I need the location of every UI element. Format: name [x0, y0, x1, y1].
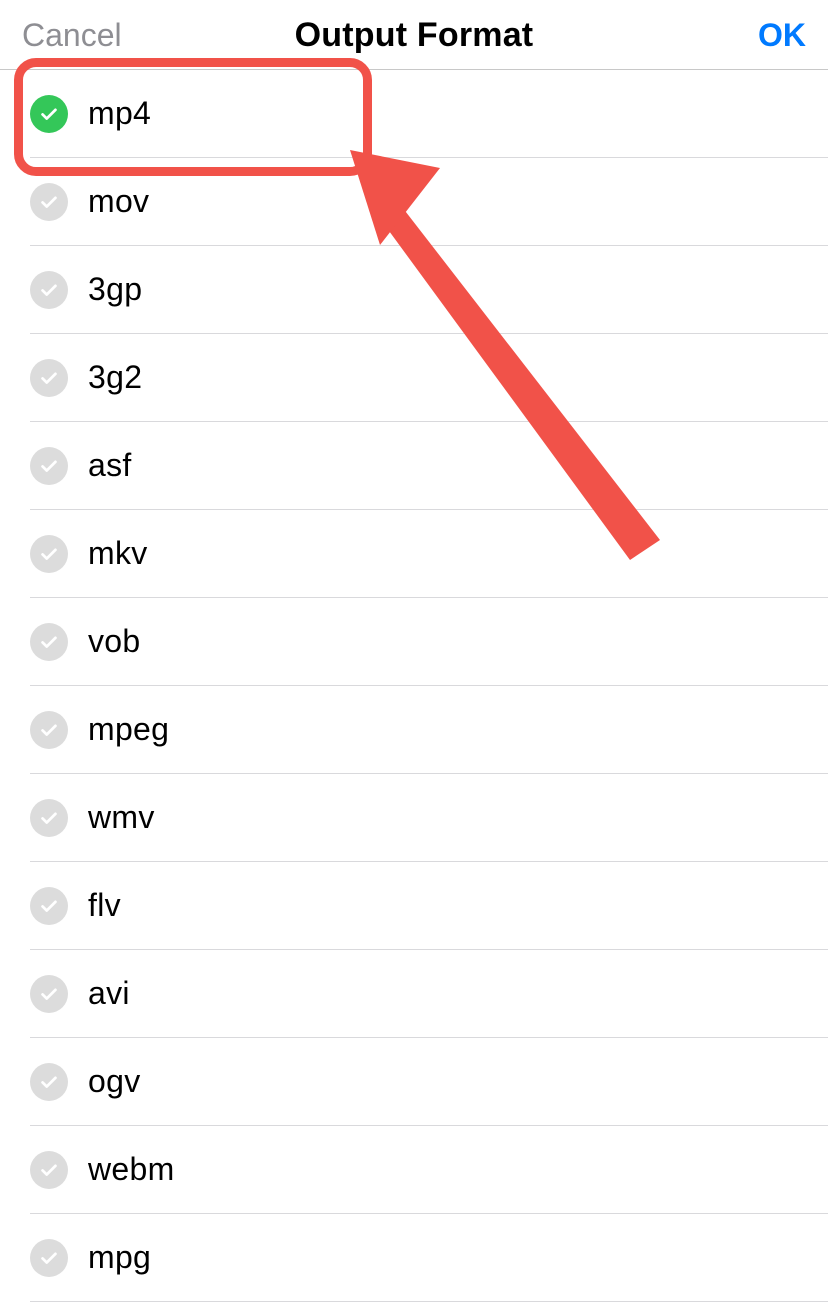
checkmark-icon [30, 183, 68, 221]
format-label: ogv [88, 1063, 141, 1100]
format-label: 3g2 [88, 359, 142, 396]
navbar: Cancel Output Format OK [0, 0, 828, 70]
checkmark-icon [30, 623, 68, 661]
format-row-mp4[interactable]: mp4 [30, 70, 828, 158]
checkmark-icon [30, 447, 68, 485]
format-row-3gp[interactable]: 3gp [30, 246, 828, 334]
checkmark-icon [30, 535, 68, 573]
checkmark-icon [30, 711, 68, 749]
format-label: asf [88, 447, 132, 484]
format-row-ogv[interactable]: ogv [30, 1038, 828, 1126]
format-label: mp4 [88, 95, 151, 132]
page-title: Output Format [162, 16, 666, 55]
format-row-3g2[interactable]: 3g2 [30, 334, 828, 422]
format-label: mkv [88, 535, 148, 572]
format-label: webm [88, 1151, 175, 1188]
format-label: mov [88, 183, 149, 220]
ok-button[interactable]: OK [758, 17, 806, 53]
cancel-button[interactable]: Cancel [22, 17, 122, 53]
format-label: mpg [88, 1239, 151, 1276]
format-row-asf[interactable]: asf [30, 422, 828, 510]
format-row-vob[interactable]: vob [30, 598, 828, 686]
format-row-flv[interactable]: flv [30, 862, 828, 950]
format-row-wmv[interactable]: wmv [30, 774, 828, 862]
checkmark-icon [30, 359, 68, 397]
checkmark-icon [30, 975, 68, 1013]
checkmark-icon [30, 1063, 68, 1101]
format-label: 3gp [88, 271, 142, 308]
format-row-mpg[interactable]: mpg [30, 1214, 828, 1302]
checkmark-icon [30, 1239, 68, 1277]
checkmark-icon [30, 887, 68, 925]
checkmark-icon [30, 799, 68, 837]
format-row-mov[interactable]: mov [30, 158, 828, 246]
format-row-avi[interactable]: avi [30, 950, 828, 1038]
checkmark-icon [30, 271, 68, 309]
format-list: mp4 mov 3gp 3g2 asf mkv vob [0, 70, 828, 1302]
format-row-mkv[interactable]: mkv [30, 510, 828, 598]
format-label: mpeg [88, 711, 169, 748]
format-label: avi [88, 975, 130, 1012]
format-label: vob [88, 623, 141, 660]
checkmark-icon [30, 1151, 68, 1189]
format-label: flv [88, 887, 121, 924]
format-row-webm[interactable]: webm [30, 1126, 828, 1214]
format-row-mpeg[interactable]: mpeg [30, 686, 828, 774]
checkmark-icon [30, 95, 68, 133]
format-label: wmv [88, 799, 155, 836]
